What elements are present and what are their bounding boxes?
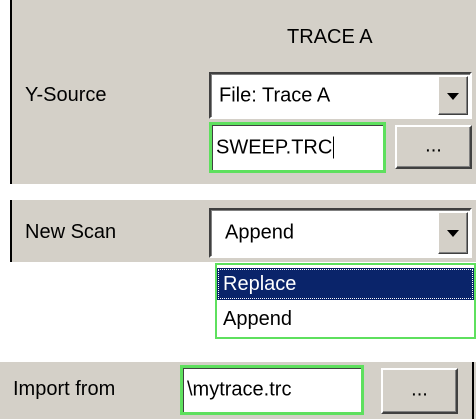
y-source-browse-label: ... bbox=[425, 134, 442, 157]
y-source-dropdown-button[interactable] bbox=[438, 76, 468, 115]
new-scan-options-list: Replace Append bbox=[215, 263, 476, 339]
y-source-filename-value: SWEEP.TRC bbox=[216, 136, 333, 158]
new-scan-dropdown-button[interactable] bbox=[438, 212, 468, 254]
import-browse-button[interactable]: ... bbox=[381, 368, 458, 414]
new-scan-option-replace[interactable]: Replace bbox=[217, 268, 474, 300]
import-from-label: Import from bbox=[13, 378, 116, 400]
chevron-down-icon bbox=[447, 230, 459, 237]
text-caret bbox=[333, 136, 335, 159]
new-scan-panel-edge bbox=[10, 200, 12, 262]
new-scan-combobox[interactable]: Append bbox=[209, 208, 472, 258]
y-source-browse-button[interactable]: ... bbox=[395, 125, 472, 169]
trace-header: TRACE A bbox=[287, 26, 373, 48]
chevron-down-icon bbox=[447, 92, 459, 100]
import-panel-edge bbox=[472, 362, 474, 419]
new-scan-label: New Scan bbox=[25, 221, 117, 243]
import-from-value: \mytrace.trc bbox=[187, 378, 292, 401]
y-source-selected-value: File: Trace A bbox=[219, 84, 331, 106]
new-scan-selected-value: Append bbox=[225, 221, 294, 244]
y-source-filename-text: SWEEP.TRC bbox=[216, 136, 335, 159]
import-from-input[interactable]: \mytrace.trc bbox=[180, 365, 364, 415]
import-browse-label: ... bbox=[411, 378, 428, 401]
new-scan-option-append[interactable]: Append bbox=[217, 303, 474, 335]
y-source-combobox[interactable]: File: Trace A bbox=[209, 72, 472, 119]
trace-a-panel-edge bbox=[10, 0, 12, 184]
y-source-label: Y-Source bbox=[25, 84, 107, 106]
y-source-filename-input[interactable]: SWEEP.TRC bbox=[209, 122, 386, 173]
